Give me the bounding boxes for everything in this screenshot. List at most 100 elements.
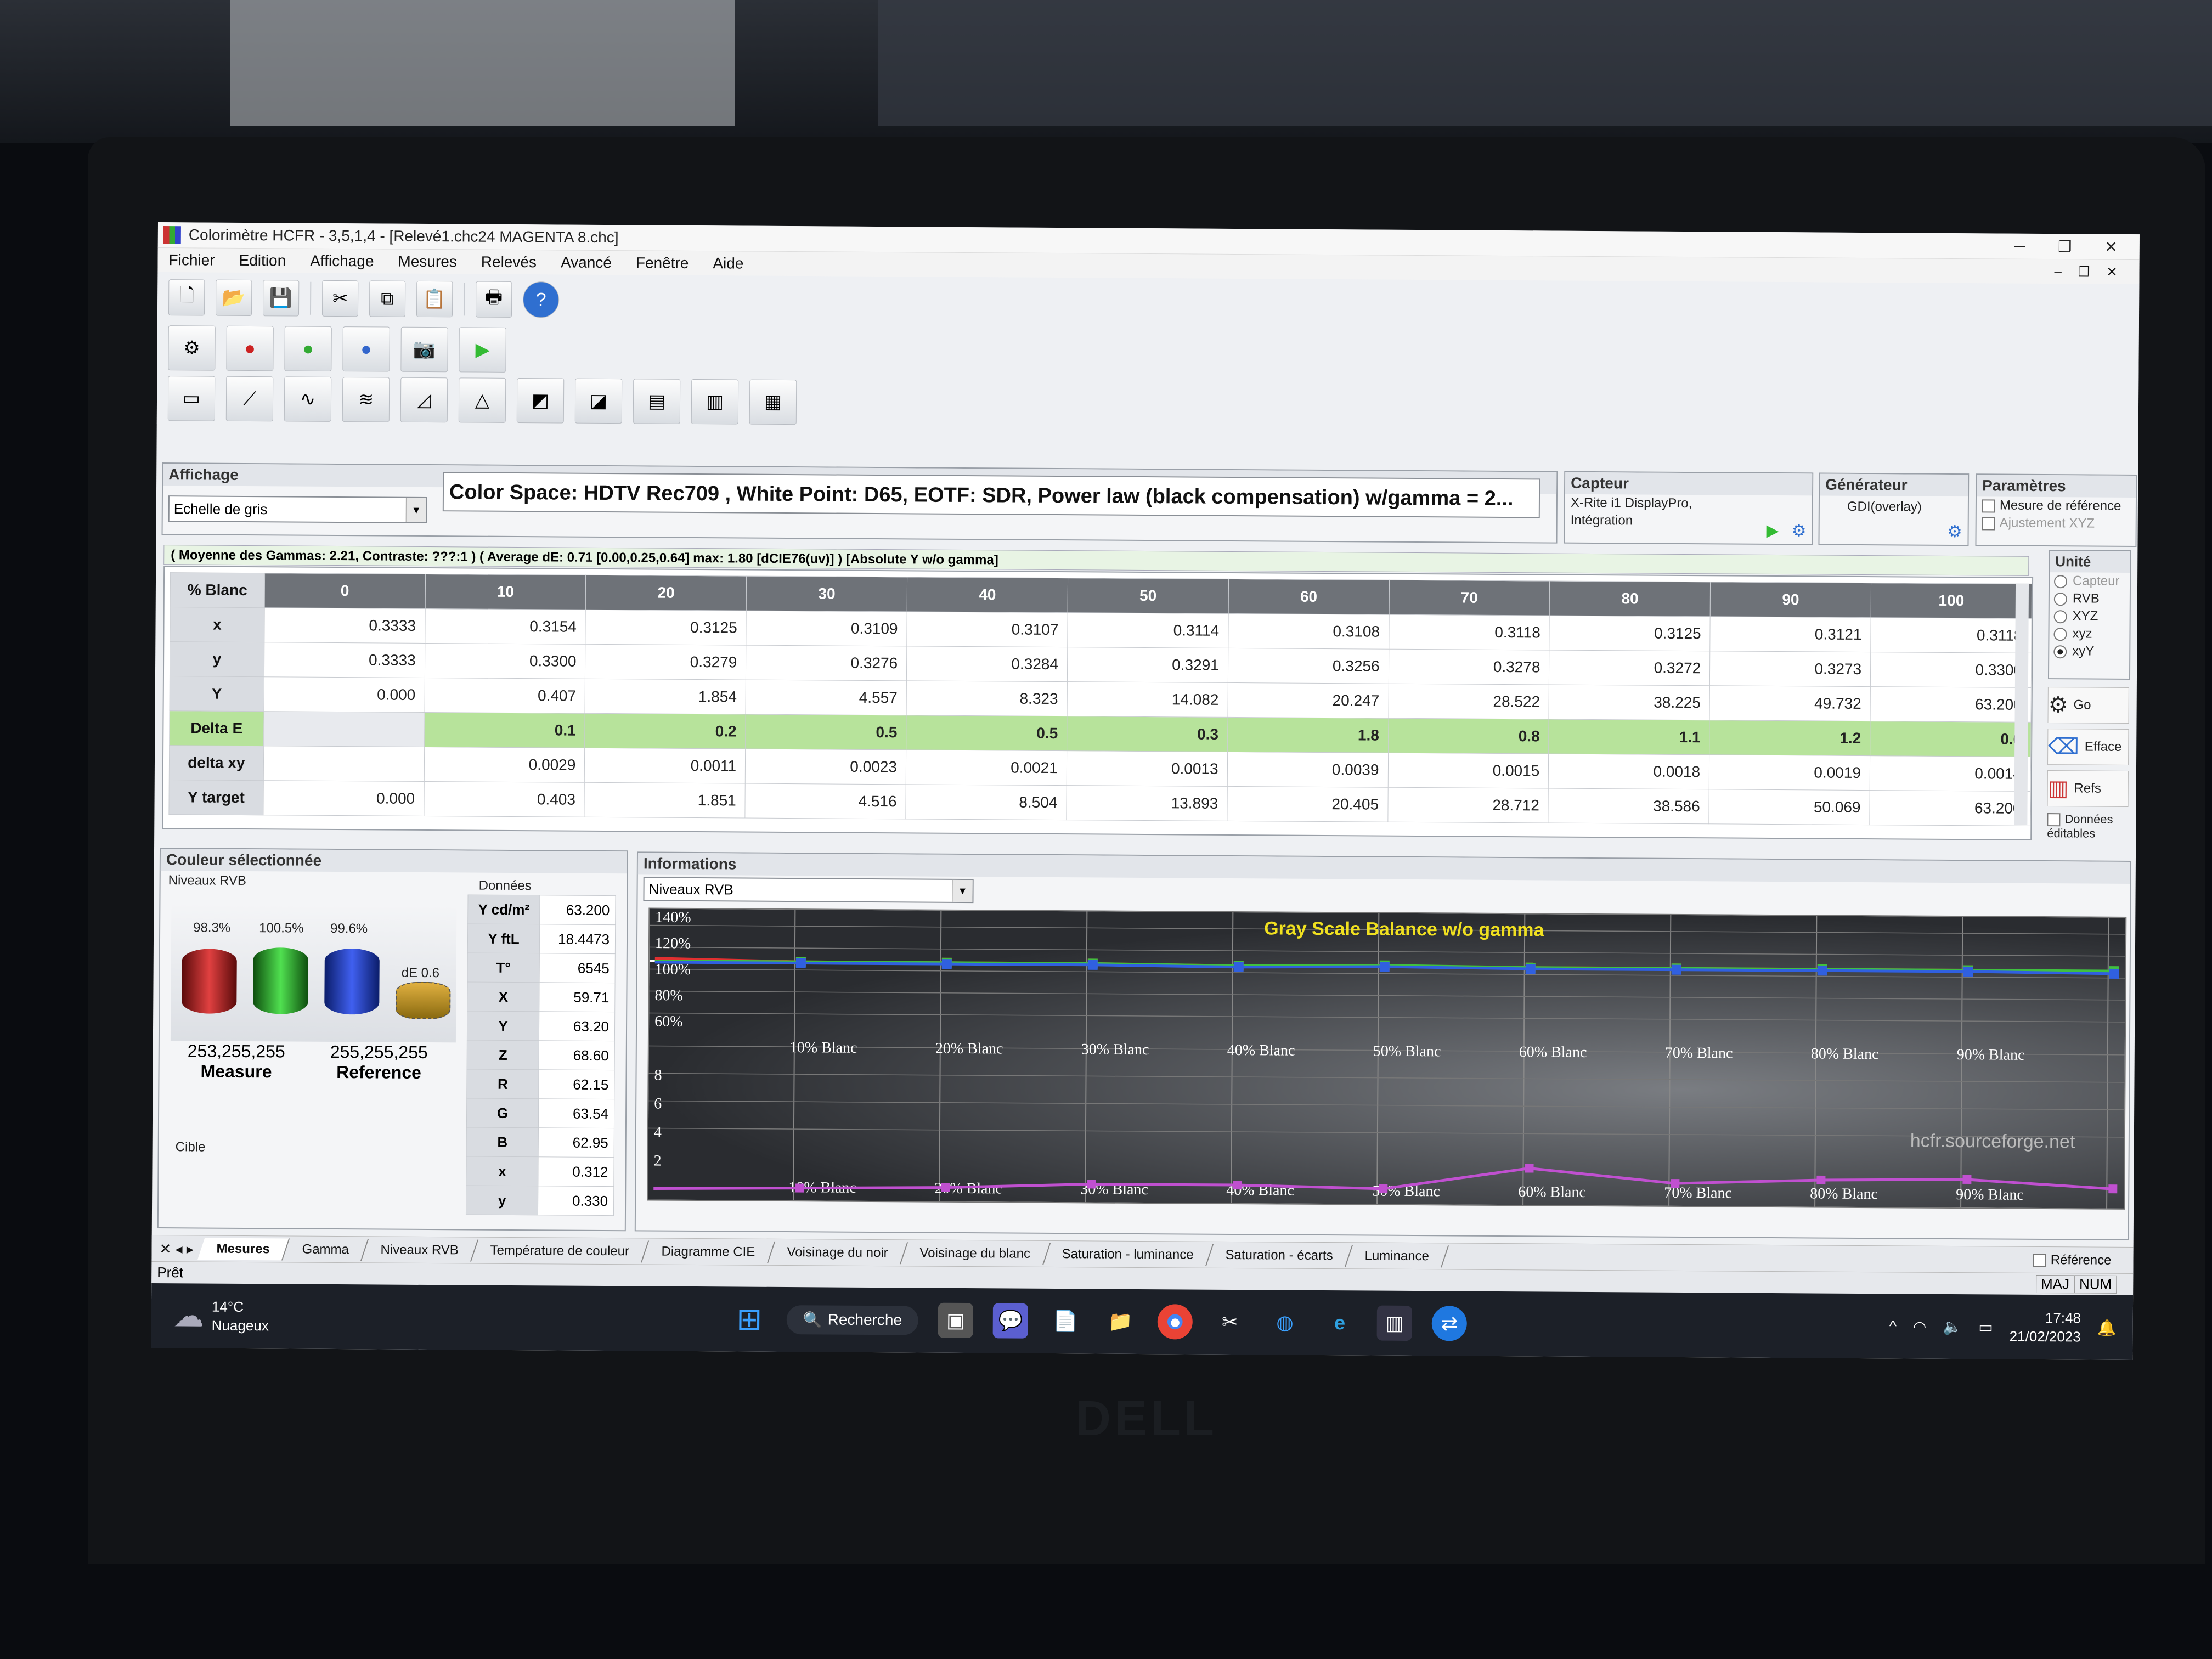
grid-cell[interactable]: 0.2 [585,713,746,749]
maximize-button[interactable]: ❐ [2058,238,2072,256]
wifi-icon[interactable]: ◠ [1913,1317,1927,1335]
grid-cell[interactable]: 0.5 [745,714,907,750]
information-view-select[interactable]: Niveaux RVB ▼ [643,877,974,904]
grid-cell[interactable]: 4.557 [746,680,907,715]
view-sat-shift-icon[interactable]: ▥ [691,379,739,425]
snipping-tool-icon[interactable]: ✂ [1212,1305,1248,1340]
grid-cell[interactable]: 0.3333 [264,607,425,644]
menu-releves[interactable]: Relevés [481,253,537,272]
grid-cell[interactable]: 0.3125 [585,610,747,646]
clock[interactable]: 17:48 21/02/2023 [2010,1308,2081,1346]
sensor-icon[interactable]: ⚙ [168,325,216,371]
mdi-minimize-button[interactable]: – [2054,264,2062,280]
view-monitor-icon[interactable]: ▭ [167,376,216,421]
col-header[interactable]: 90 [1710,582,1871,618]
grid-cell[interactable]: 0.3300 [1870,652,2032,688]
grid-cell[interactable]: 0.3273 [1709,651,1871,687]
grid-cell[interactable]: 63.200 [1870,686,2032,723]
grid-cell[interactable]: 28.522 [1388,684,1549,720]
grid-cell[interactable]: 0.3109 [746,611,907,646]
unit-radio[interactable] [2053,627,2067,641]
rgb-primaries-icon[interactable]: ● [226,325,274,371]
grid-cell[interactable] [263,746,425,782]
grid-cell[interactable]: 0.0011 [584,748,746,784]
grid-cell[interactable]: 38.225 [1549,685,1710,720]
grid-cell[interactable]: 49.732 [1709,685,1871,721]
grid-cell[interactable]: 0.3114 [1067,612,1228,648]
sensor-config-icon[interactable]: ⚙ [1792,521,1807,540]
grid-cell[interactable]: 0.3154 [425,608,586,645]
grid-cell[interactable]: 1.2 [1709,720,1871,756]
grid-cell[interactable]: 20.405 [1227,786,1388,822]
tab-sat-luminance[interactable]: Saturation - luminance [1043,1243,1214,1266]
grid-cell[interactable]: 28.712 [1387,787,1549,823]
col-header[interactable]: 60 [1228,579,1390,615]
secondaries-icon[interactable]: ● [284,326,332,371]
color-mix-icon[interactable]: ● [342,326,390,372]
grid-cell[interactable]: 0.3272 [1549,650,1710,686]
battery-icon[interactable]: ▭ [1978,1318,1993,1336]
camera-icon[interactable]: 📷 [400,326,448,373]
grid-cell[interactable]: 0.0015 [1387,753,1549,789]
menu-edition[interactable]: Edition [239,252,286,270]
grid-cell[interactable]: 0.000 [263,676,425,713]
xyz-adjust-option[interactable]: Ajustement XYZ [1977,514,2136,533]
grid-cell[interactable]: 0.0021 [906,749,1067,786]
view-luminance-icon[interactable]: ▦ [749,379,797,425]
view-levels-icon[interactable]: ∿ [284,376,332,422]
grid-cell[interactable]: 1.851 [584,782,746,819]
view-gamma-icon[interactable]: ⟋ [225,376,274,422]
open-folder-icon[interactable]: 📂 [215,279,252,317]
grid-cell[interactable]: 14.082 [1066,681,1228,718]
grid-cell[interactable]: 0.3107 [906,611,1068,647]
tab-near-white[interactable]: Voisinage du blanc [900,1242,1051,1265]
view-sat-icon[interactable]: ▤ [633,379,681,424]
view-near-black-icon[interactable]: ◩ [516,378,565,424]
windows-start-icon[interactable]: ⊞ [732,1301,767,1336]
grid-cell[interactable]: 0.0018 [1548,754,1709,789]
grid-cell[interactable]: 0.3333 [264,642,425,678]
col-header[interactable]: 0 [264,573,426,609]
tab-mesures[interactable]: Mesures [198,1238,290,1261]
play-icon[interactable]: ▶ [459,327,506,373]
grid-cell[interactable]: 8.323 [906,680,1068,716]
reference-measure-checkbox[interactable] [1982,499,1995,513]
grid-cell[interactable]: 0.3276 [746,645,907,681]
unit-radio[interactable] [2053,592,2067,606]
tab-luminance[interactable]: Luminance [1346,1245,1450,1268]
paste-icon[interactable]: 📋 [416,280,453,318]
teams-chat-icon[interactable]: 💬 [992,1303,1029,1339]
grid-cell[interactable]: 13.893 [1066,785,1227,821]
menu-aide[interactable]: Aide [713,255,743,272]
grid-cell[interactable]: 1.1 [1548,719,1710,755]
refs-button[interactable]: ▥ Refs [2047,770,2129,807]
xyz-adjust-checkbox[interactable] [1982,516,1995,531]
efface-button[interactable]: ⌫ Efface [2047,729,2129,765]
grid-cell[interactable]: 0.3118 [1870,617,2032,653]
unit-option-xyz[interactable]: XYZ [2050,607,2130,625]
grid-cell[interactable]: 1.854 [585,679,746,715]
menu-mesures[interactable]: Mesures [398,253,457,271]
grid-cell[interactable]: 0.5 [906,715,1067,751]
generator-config-icon[interactable]: ⚙ [1948,522,1962,541]
tab-cie[interactable]: Diagramme CIE [642,1240,775,1263]
unit-radio[interactable] [2053,574,2068,588]
editable-data-checkbox[interactable] [2047,813,2061,827]
weather-widget[interactable]: ☁ 14°C Nuageux [151,1297,722,1338]
unit-radio-selected[interactable] [2053,645,2067,658]
col-header[interactable]: 20 [585,575,747,611]
unit-option-xyz-lower[interactable]: xyz [2049,625,2129,643]
menu-avance[interactable]: Avancé [561,253,612,272]
new-file-icon[interactable]: 🗋 [168,279,205,316]
notification-bell-icon[interactable]: 🔔 [2097,1318,2117,1336]
grid-cell[interactable]: 8.504 [905,784,1067,820]
grid-cell[interactable]: 0.3 [1066,716,1228,752]
grid-cell[interactable]: 0.0029 [424,747,585,783]
grid-cell[interactable]: 20.247 [1227,682,1389,719]
grid-cell[interactable]: 0.407 [424,678,585,714]
col-header[interactable]: 10 [425,574,586,610]
grid-cell[interactable]: 0.0013 [1066,751,1228,787]
menu-affichage[interactable]: Affichage [310,252,374,270]
editable-data-option[interactable]: Données éditables [2047,812,2127,841]
grid-cell[interactable]: 63.200 [1869,790,2031,826]
